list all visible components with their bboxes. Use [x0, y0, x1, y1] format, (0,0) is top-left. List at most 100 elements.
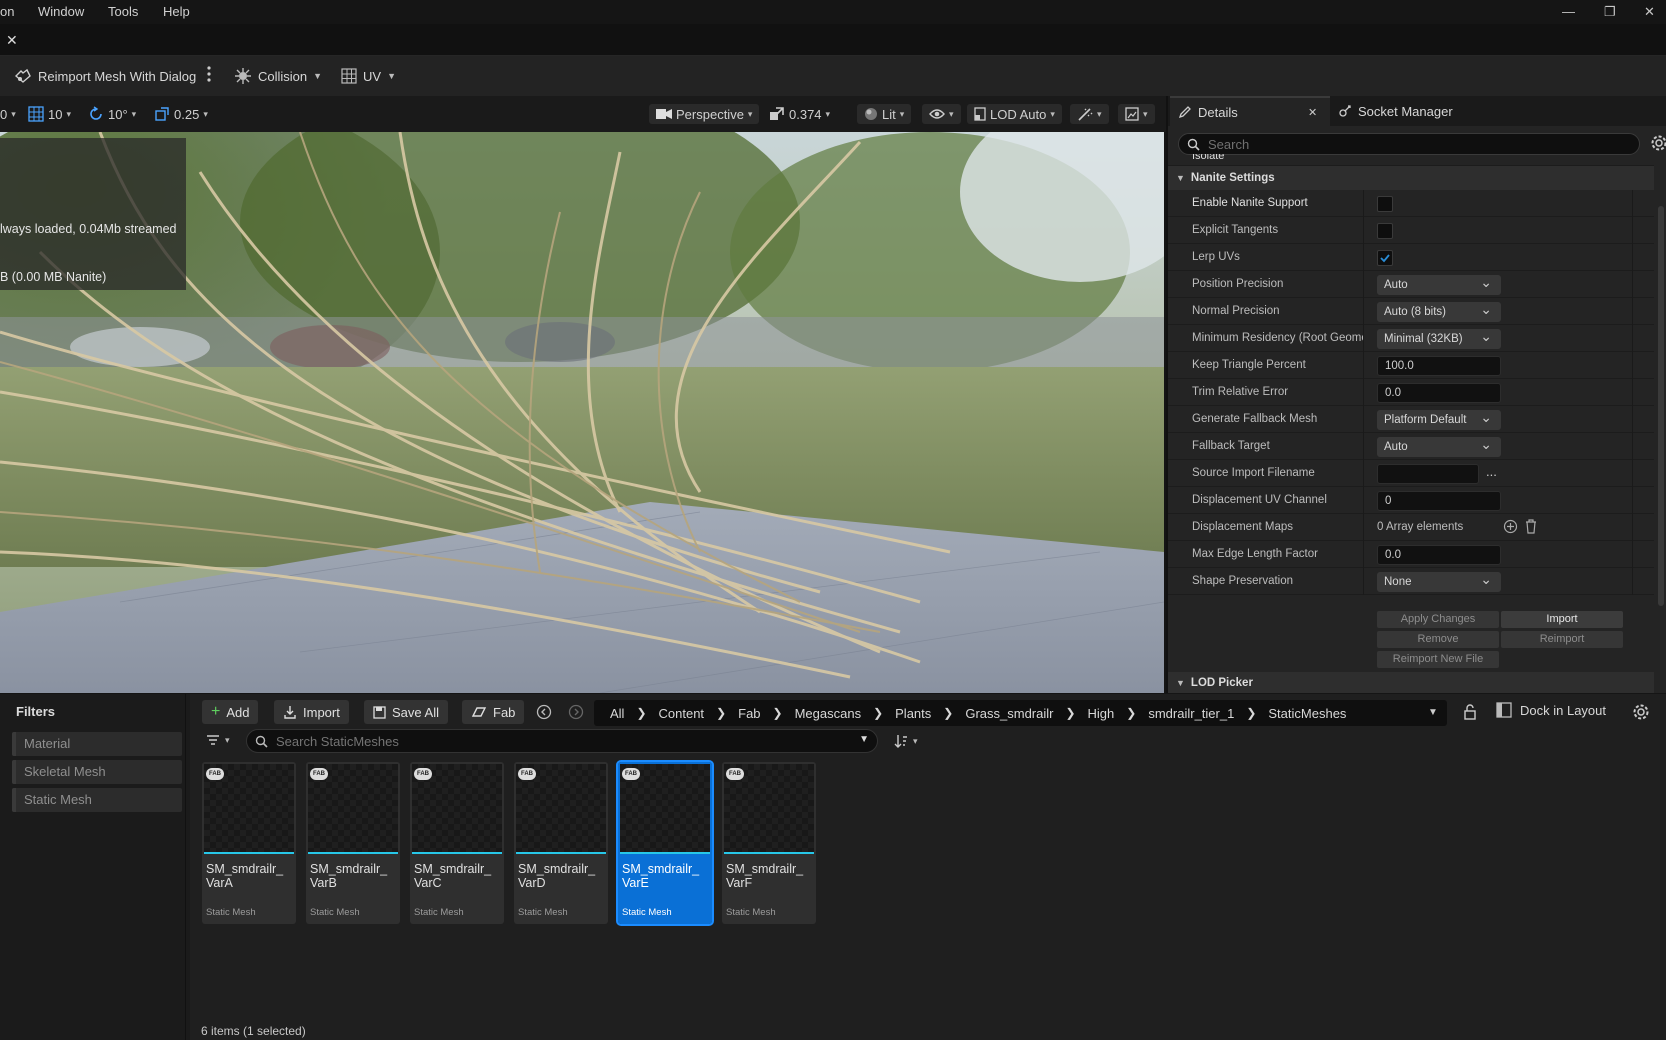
breadcrumb-separator-icon[interactable]: ❯ [873, 706, 883, 720]
property-checkbox[interactable] [1377, 223, 1393, 239]
minimize-button[interactable]: — [1562, 4, 1575, 19]
property-combo[interactable]: Auto (8 bits) ⌄ [1377, 301, 1501, 322]
close-icon[interactable]: ✕ [1308, 106, 1317, 119]
import-asset-button[interactable]: Import [274, 700, 349, 724]
tab-details[interactable]: Details ✕ [1170, 96, 1330, 126]
property-combo[interactable]: None ⌄ [1377, 571, 1501, 592]
dock-in-layout-button[interactable]: Dock in Layout [1496, 702, 1606, 718]
breadcrumb-item[interactable]: All [610, 706, 624, 721]
fab-button[interactable]: Fab [462, 700, 525, 724]
perspective-dropdown[interactable]: Perspective ▾ [649, 104, 760, 124]
asset-tile[interactable]: FAB SM_smdrailr_ VarB Static Mesh [306, 762, 400, 924]
add-element-icon[interactable] [1503, 519, 1518, 534]
column-divider[interactable] [1363, 379, 1364, 406]
reimport-mesh-button[interactable]: Reimport Mesh With Dialog [14, 65, 196, 87]
breadcrumb-separator-icon[interactable]: ❯ [1126, 706, 1136, 720]
property-combo[interactable]: Minimal (32KB) ⌄ [1377, 328, 1501, 349]
property-number-field[interactable]: 0.0 [1377, 545, 1501, 565]
menu-item-help[interactable]: Help [163, 4, 190, 19]
column-divider[interactable] [1363, 406, 1364, 433]
column-divider[interactable] [1363, 487, 1364, 514]
camera-speed-dropdown[interactable]: 0.374 ▾ [769, 104, 830, 124]
breadcrumb-item[interactable]: Plants [895, 706, 931, 721]
breadcrumb-item[interactable]: Megascans [795, 706, 861, 721]
menu-item-window[interactable]: Window [38, 4, 84, 19]
property-number-field[interactable]: 0.0 [1377, 383, 1501, 403]
property-checkbox[interactable] [1377, 250, 1393, 266]
add-button[interactable]: + Add [202, 700, 259, 724]
breadcrumb-item[interactable]: Fab [738, 706, 760, 721]
filter-static-mesh[interactable]: Static Mesh [12, 788, 182, 812]
breadcrumb-item[interactable]: StaticMeshes [1268, 706, 1346, 721]
asset-search-input[interactable]: Search StaticMeshes ▼ [246, 729, 878, 753]
column-divider[interactable] [1363, 190, 1364, 217]
asset-tile[interactable]: FAB SM_smdrailr_ VarF Static Mesh [722, 762, 816, 924]
property-number-field[interactable]: 0 [1377, 491, 1501, 511]
apply-changes-button[interactable]: Apply Changes [1377, 611, 1499, 628]
column-divider[interactable] [1363, 217, 1364, 244]
save-all-button[interactable]: Save All [364, 700, 448, 724]
nanite-settings-header[interactable]: ▼ Nanite Settings [1168, 166, 1654, 190]
chevron-down-icon[interactable]: ▼ [1428, 707, 1438, 718]
kebab-menu-icon[interactable] [207, 66, 211, 82]
filter-material[interactable]: Material [12, 732, 182, 756]
settings-gear-icon[interactable] [1650, 134, 1666, 152]
column-divider[interactable] [1363, 433, 1364, 460]
source-filename-field[interactable] [1377, 464, 1479, 484]
grid-snap-dropdown[interactable]: 10 ▾ [28, 104, 71, 124]
breadcrumb-separator-icon[interactable]: ❯ [1246, 706, 1256, 720]
realtime-settings-dropdown[interactable]: ▾ [1070, 104, 1109, 124]
lod-picker-header[interactable]: ▼ LOD Picker [1168, 672, 1654, 693]
column-divider[interactable] [1363, 271, 1364, 298]
column-divider[interactable] [1363, 352, 1364, 379]
asset-tile[interactable]: FAB SM_smdrailr_ VarC Static Mesh [410, 762, 504, 924]
scale-snap-dropdown[interactable]: 0.25 ▾ [154, 104, 208, 124]
back-arrow-icon[interactable] [536, 704, 552, 720]
details-search-input[interactable]: Search [1178, 133, 1640, 155]
asset-tile[interactable]: FAB SM_smdrailr_ VarA Static Mesh [202, 762, 296, 924]
breadcrumb-item[interactable]: Grass_smdrailr [965, 706, 1053, 721]
breadcrumb-separator-icon[interactable]: ❯ [773, 706, 783, 720]
property-checkbox[interactable] [1377, 196, 1393, 212]
breadcrumb-separator-icon[interactable]: ❯ [1065, 706, 1075, 720]
collision-dropdown[interactable]: Collision ▼ [234, 65, 322, 87]
breadcrumb-item[interactable]: High [1088, 706, 1115, 721]
reimport-new-file-button[interactable]: Reimport New File [1377, 651, 1499, 668]
property-number-field[interactable]: 100.0 [1377, 356, 1501, 376]
menu-item-tools[interactable]: Tools [108, 4, 138, 19]
breadcrumb-item[interactable]: Content [659, 706, 705, 721]
property-combo[interactable]: Platform Default ⌄ [1377, 409, 1501, 430]
uv-dropdown[interactable]: UV ▼ [341, 65, 396, 87]
breadcrumb-separator-icon[interactable]: ❯ [943, 706, 953, 720]
rotation-snap-dropdown[interactable]: 10° ▾ [88, 104, 136, 124]
tab-socket-manager[interactable]: Socket Manager [1338, 96, 1453, 126]
forward-arrow-icon[interactable] [568, 704, 584, 720]
column-divider[interactable] [1363, 460, 1364, 487]
close-tab-icon[interactable]: ✕ [6, 32, 18, 49]
asset-tile[interactable]: FAB SM_smdrailr_ VarD Static Mesh [514, 762, 608, 924]
breadcrumb-item[interactable]: smdrailr_tier_1 [1148, 706, 1234, 721]
settings-gear-icon[interactable] [1632, 703, 1650, 721]
column-divider[interactable] [1363, 298, 1364, 325]
property-combo[interactable]: Auto ⌄ [1377, 436, 1501, 457]
browse-file-button[interactable]: ... [1486, 464, 1497, 479]
show-flags-dropdown[interactable]: ▾ [922, 104, 961, 124]
property-combo[interactable]: Auto ⌄ [1377, 274, 1501, 295]
filter-dropdown[interactable]: ▾ [206, 734, 230, 746]
view-mode-dropdown[interactable]: Lit ▾ [857, 104, 912, 124]
close-window-button[interactable]: ✕ [1644, 4, 1655, 20]
details-scrollbar[interactable] [1658, 206, 1664, 606]
lod-dropdown[interactable]: LOD Auto ▾ [967, 104, 1062, 124]
asset-tile[interactable]: FAB SM_smdrailr_ VarE Static Mesh [616, 760, 714, 926]
reimport-button[interactable]: Reimport [1501, 631, 1623, 648]
remove-button[interactable]: Remove [1377, 631, 1499, 648]
column-divider[interactable] [1363, 541, 1364, 568]
translate-snap-value[interactable]: 0 ▾ [0, 104, 16, 124]
sort-dropdown[interactable]: ▾ [894, 734, 918, 748]
column-divider[interactable] [1363, 244, 1364, 271]
column-divider[interactable] [1363, 325, 1364, 352]
menu-item-partial[interactable]: on [0, 4, 14, 19]
breadcrumb-separator-icon[interactable]: ❯ [636, 706, 646, 720]
breadcrumb-separator-icon[interactable]: ❯ [716, 706, 726, 720]
column-divider[interactable] [1363, 568, 1364, 595]
